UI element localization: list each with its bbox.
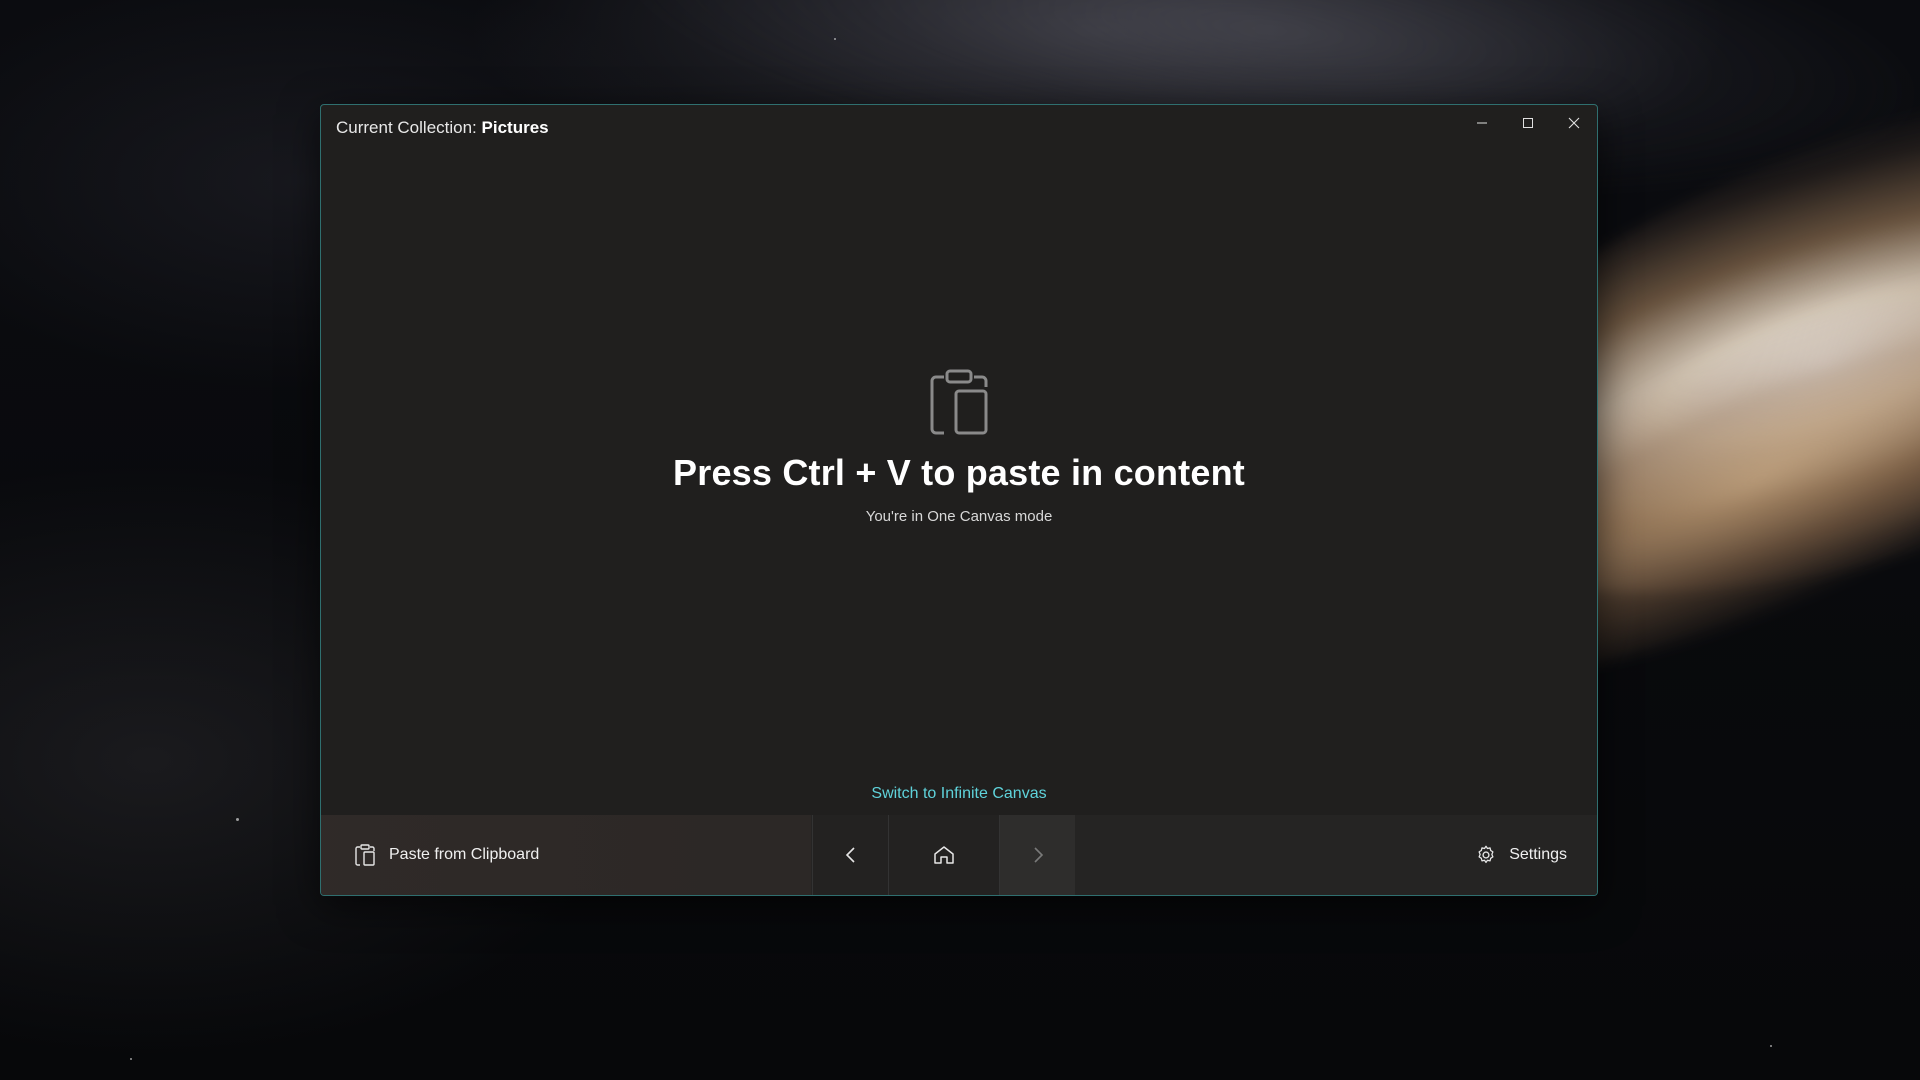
window-title: Current Collection: Pictures xyxy=(336,118,549,138)
app-window: Current Collection: Pictures Press Ctrl … xyxy=(320,104,1598,896)
home-button[interactable] xyxy=(888,815,999,895)
switch-canvas-link[interactable]: Switch to Infinite Canvas xyxy=(321,785,1597,803)
gear-icon xyxy=(1478,845,1494,864)
paste-from-clipboard-label: Paste from Clipboard xyxy=(389,846,540,863)
navigation-group xyxy=(812,815,1075,895)
wallpaper-star xyxy=(834,38,836,40)
home-icon xyxy=(934,846,954,864)
maximize-button[interactable] xyxy=(1505,105,1551,141)
chevron-left-icon xyxy=(845,847,855,863)
back-button[interactable] xyxy=(812,815,888,895)
empty-state: Press Ctrl + V to paste in content You'r… xyxy=(321,367,1597,525)
empty-state-subline: You're in One Canvas mode xyxy=(865,508,1053,525)
clipboard-icon xyxy=(928,367,990,442)
close-button[interactable] xyxy=(1551,105,1597,141)
maximize-icon xyxy=(1523,118,1533,128)
minimize-icon xyxy=(1477,122,1487,124)
chevron-right-icon xyxy=(1033,847,1043,863)
wallpaper-star xyxy=(236,818,239,821)
clipboard-icon xyxy=(355,844,375,866)
minimize-button[interactable] xyxy=(1459,105,1505,141)
paste-from-clipboard-button[interactable]: Paste from Clipboard xyxy=(321,815,811,895)
desktop-wallpaper: Current Collection: Pictures Press Ctrl … xyxy=(0,0,1920,1080)
bottom-toolbar: Paste from Clipboard Settings xyxy=(321,815,1597,895)
close-icon xyxy=(1568,117,1580,129)
forward-button[interactable] xyxy=(999,815,1075,895)
settings-button[interactable]: Settings xyxy=(1475,815,1567,895)
empty-state-headline: Press Ctrl + V to paste in content xyxy=(673,452,1245,493)
title-prefix: Current Collection: xyxy=(336,118,477,137)
settings-label: Settings xyxy=(1509,846,1567,863)
wallpaper-star xyxy=(1770,1045,1772,1047)
caption-buttons xyxy=(1459,105,1597,141)
title-collection: Pictures xyxy=(481,118,549,137)
title-bar[interactable]: Current Collection: Pictures xyxy=(321,105,1597,149)
wallpaper-star xyxy=(130,1058,132,1060)
